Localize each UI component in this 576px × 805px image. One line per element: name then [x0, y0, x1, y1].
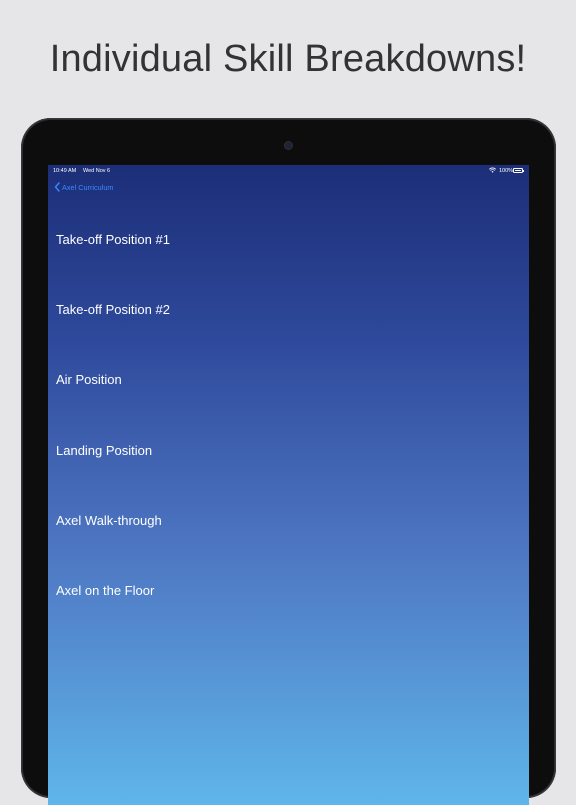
skill-item-take-off-position-1[interactable]: Take-off Position #1 [48, 218, 529, 288]
skill-item-axel-on-the-floor[interactable]: Axel on the Floor [48, 569, 529, 639]
skill-item-label: Take-off Position #1 [56, 232, 170, 247]
skill-item-air-position[interactable]: Air Position [48, 358, 529, 428]
skill-item-label: Axel on the Floor [56, 583, 155, 598]
skill-item-label: Air Position [56, 372, 122, 387]
back-button[interactable]: Axel Curriculum [54, 181, 114, 193]
skill-list: Take-off Position #1 Take-off Position #… [48, 165, 529, 805]
skill-item-axel-walk-through[interactable]: Axel Walk-through [48, 499, 529, 569]
skill-item-label: Axel Walk-through [56, 513, 162, 528]
skill-item-take-off-position-2[interactable]: Take-off Position #2 [48, 288, 529, 358]
tablet-device-frame: 10:49 AM Wed Nov 6 100% Take-off Positio… [21, 118, 556, 805]
back-button-label: Axel Curriculum [62, 182, 114, 192]
skill-item-label: Take-off Position #2 [56, 302, 170, 317]
app-screen: 10:49 AM Wed Nov 6 100% Take-off Positio… [48, 165, 529, 805]
skill-item-label: Landing Position [56, 443, 153, 458]
promo-headline: Individual Skill Breakdowns! [49, 38, 527, 80]
chevron-left-icon [54, 182, 60, 192]
skill-item-landing-position[interactable]: Landing Position [48, 429, 529, 499]
front-camera [285, 142, 292, 149]
